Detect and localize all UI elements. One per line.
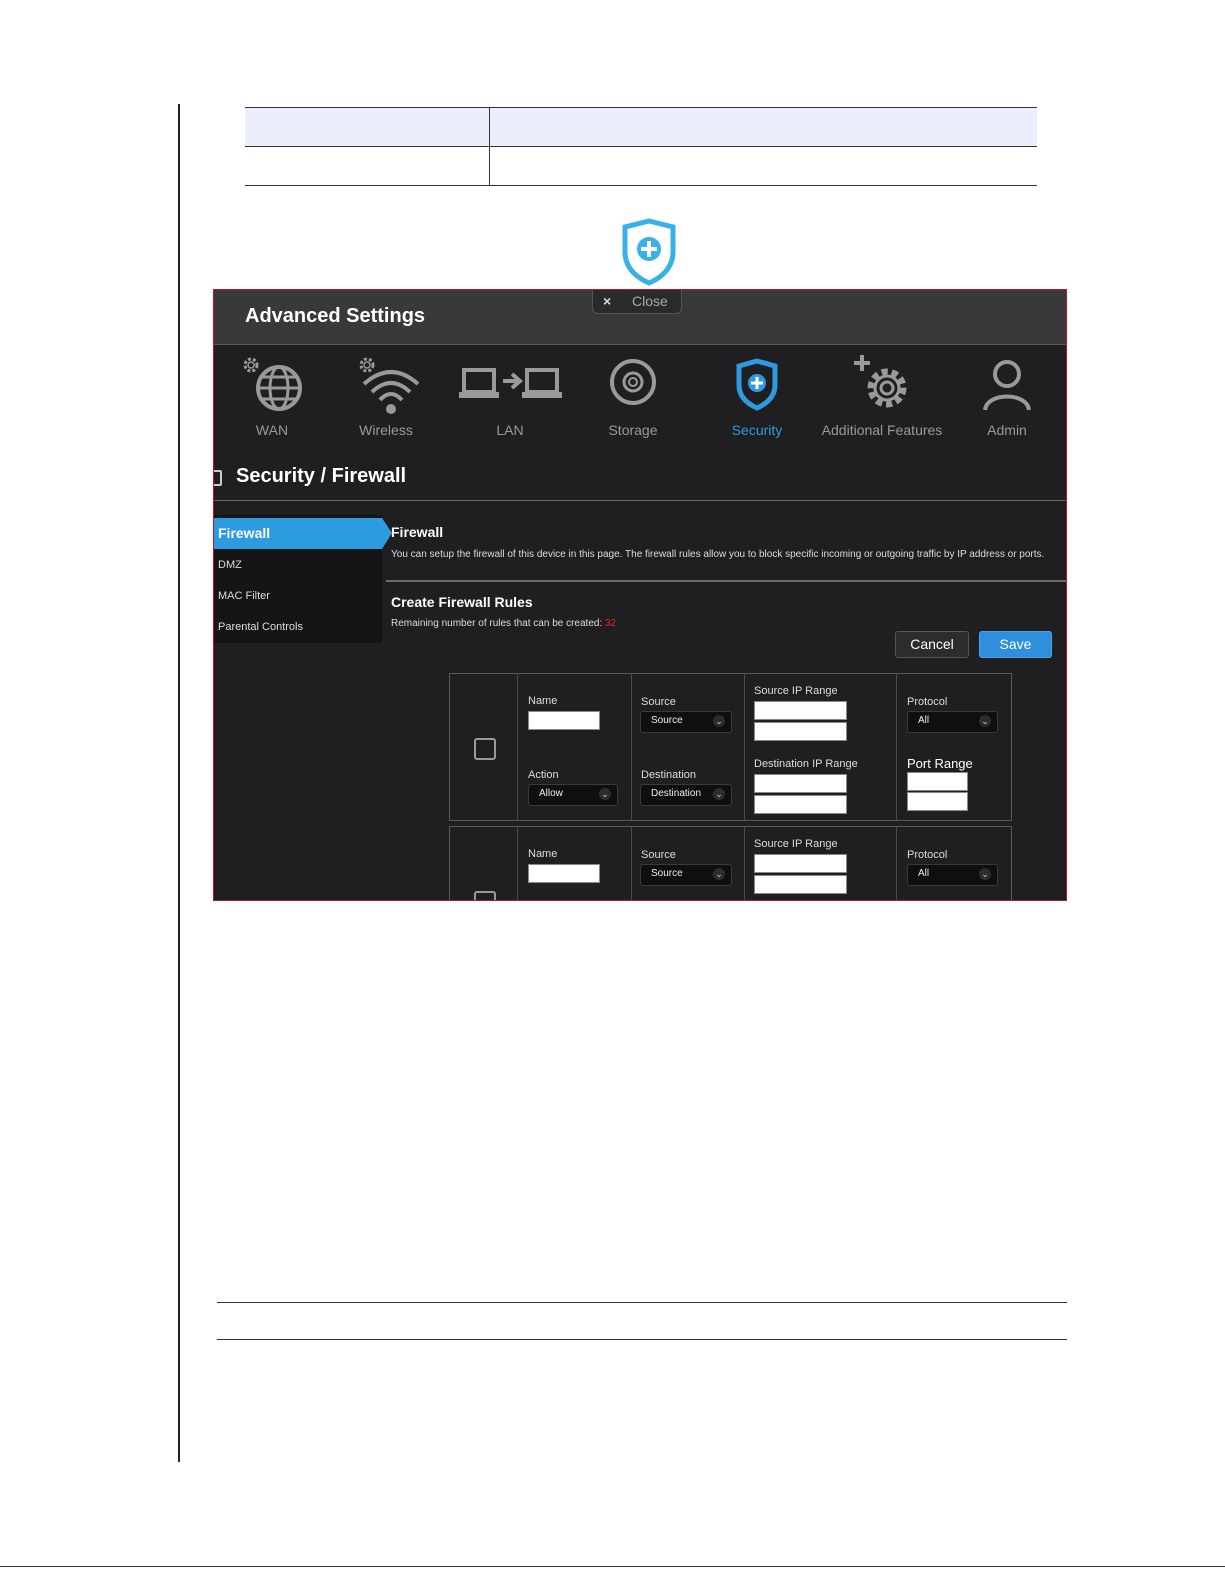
name-input[interactable] — [528, 864, 600, 883]
sidebar-item-label: DMZ — [218, 559, 242, 571]
heading-divider — [214, 500, 1066, 501]
source-ip-start-input[interactable] — [754, 854, 847, 873]
window-title: Advanced Settings — [245, 305, 426, 327]
source-label: Source — [641, 849, 676, 861]
chevron-down-icon: ⌄ — [979, 715, 991, 727]
chevron-down-icon: ⌄ — [713, 868, 725, 880]
nav-label: LAN — [496, 422, 524, 438]
remaining-label: Remaining number of rules that can be cr… — [391, 618, 603, 629]
remaining-rules-text: Remaining number of rules that can be cr… — [391, 618, 616, 629]
chevron-down-icon: ⌄ — [713, 715, 725, 727]
chevron-down-icon: ⌄ — [713, 788, 725, 800]
destination-ip-start-input[interactable] — [754, 774, 847, 793]
close-button[interactable]: × Close — [592, 290, 682, 314]
section-title: Firewall — [391, 524, 444, 540]
sidebar-item-mac-filter[interactable]: MAC Filter — [214, 581, 382, 612]
protocol-label: Protocol — [907, 849, 948, 861]
sidebar-item-dmz[interactable]: DMZ — [214, 550, 382, 581]
sidebar-item-label: Parental Controls — [218, 621, 303, 633]
source-select[interactable]: Source ⌄ — [640, 711, 732, 733]
firewall-rule-card: Name Source Source ⌄ Source IP Range Prot… — [449, 826, 1012, 900]
sidebar: Firewall DMZ MAC Filter Parental Control… — [214, 515, 392, 643]
sidebar-item-label: Firewall — [218, 525, 271, 541]
firewall-rule-card: Name Source Source ⌄ Source IP Range Prot… — [449, 673, 1012, 821]
save-button[interactable]: Save — [979, 631, 1052, 658]
source-select-value: Source — [651, 715, 683, 726]
close-label: Close — [632, 293, 668, 309]
nav-item-wireless[interactable]: Wireless — [331, 346, 441, 446]
protocol-select[interactable]: All ⌄ — [907, 864, 998, 886]
protocol-label: Protocol — [907, 696, 948, 708]
destination-select[interactable]: Destination ⌄ — [640, 784, 732, 806]
nav-label: Storage — [608, 422, 658, 438]
shield-icon — [736, 358, 778, 411]
disc-icon — [610, 359, 656, 405]
doc-table-row — [245, 147, 1037, 186]
source-ip-end-input[interactable] — [754, 875, 847, 894]
lan-icon — [459, 368, 562, 398]
sidebar-item-label: MAC Filter — [218, 590, 270, 602]
action-select-value: Allow — [539, 788, 563, 799]
nav-item-lan[interactable]: LAN — [455, 346, 565, 446]
action-label: Action — [528, 769, 559, 781]
rule-select-checkbox[interactable] — [474, 891, 496, 900]
protocol-select-value: All — [918, 715, 930, 726]
source-select-value: Source — [651, 868, 683, 879]
source-ip-end-input[interactable] — [754, 722, 847, 741]
page-title: Security / Firewall — [236, 465, 407, 487]
source-label: Source — [641, 696, 676, 708]
advanced-settings-window: Advanced Settings × Close WAN Wireless L… — [213, 289, 1067, 901]
nav-item-admin[interactable]: Admin — [952, 346, 1062, 446]
nav-item-storage[interactable]: Storage — [578, 346, 688, 446]
protocol-select-value: All — [918, 868, 930, 879]
page-margin-rule — [178, 104, 180, 1462]
action-select[interactable]: Allow ⌄ — [528, 784, 618, 806]
name-label: Name — [528, 695, 558, 707]
chevron-down-icon: ⌄ — [979, 868, 991, 880]
wifi-gear-icon — [359, 357, 420, 414]
source-select[interactable]: Source ⌄ — [640, 864, 732, 886]
source-ip-range-label: Source IP Range — [754, 685, 838, 697]
globe-gear-icon — [243, 357, 302, 411]
destination-ip-end-input[interactable] — [754, 795, 847, 814]
nav-label: WAN — [255, 422, 289, 438]
port-start-input[interactable] — [907, 772, 968, 791]
sidebar-item-firewall[interactable]: Firewall — [214, 518, 392, 549]
nav-label: Wireless — [359, 422, 413, 438]
source-ip-start-input[interactable] — [754, 701, 847, 720]
port-range-label: Port Range — [907, 756, 973, 771]
sidebar-item-parental-controls[interactable]: Parental Controls — [214, 612, 382, 643]
remaining-count: 32 — [605, 618, 617, 629]
security-shield-icon — [622, 218, 676, 286]
close-icon: × — [603, 293, 612, 309]
page-bottom-rule — [0, 1566, 1225, 1567]
destination-ip-range-label: Destination IP Range — [754, 758, 858, 770]
name-input[interactable] — [528, 711, 600, 730]
rules-title: Create Firewall Rules — [391, 594, 533, 610]
doc-table — [245, 107, 1037, 186]
nav-label: Additional Features — [821, 422, 943, 438]
name-label: Name — [528, 848, 558, 860]
nav-item-security[interactable]: Security — [702, 346, 812, 446]
doc-table-header-row — [245, 107, 1037, 147]
protocol-select[interactable]: All ⌄ — [907, 711, 998, 733]
destination-label: Destination — [641, 769, 697, 781]
cancel-button[interactable]: Cancel — [895, 631, 969, 658]
nav-item-additional-features[interactable]: Additional Features — [818, 346, 946, 446]
port-end-input[interactable] — [907, 792, 968, 811]
nav-item-wan[interactable]: WAN — [217, 346, 327, 446]
divider — [217, 1339, 1067, 1340]
rule-select-checkbox[interactable] — [474, 738, 496, 760]
gear-plus-icon — [854, 355, 907, 408]
source-ip-range-label: Source IP Range — [754, 838, 838, 850]
destination-select-value: Destination — [651, 788, 702, 799]
nav-label: Admin — [987, 422, 1027, 438]
nav-label: Security — [731, 422, 783, 438]
heading-marker-icon — [214, 470, 222, 486]
chevron-down-icon: ⌄ — [599, 788, 611, 800]
user-icon — [983, 360, 1031, 411]
section-description: You can setup the firewall of this devic… — [391, 549, 1045, 560]
section-divider — [386, 580, 1066, 582]
divider — [217, 1302, 1067, 1303]
